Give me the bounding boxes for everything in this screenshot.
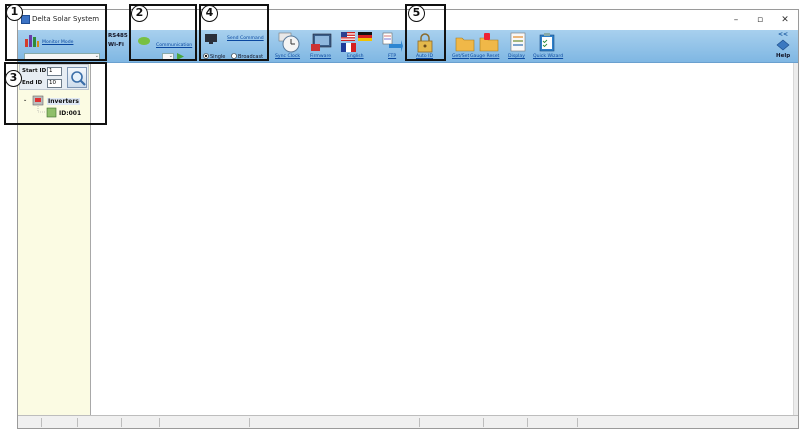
flags-icon <box>341 32 372 52</box>
status-cell <box>122 418 160 427</box>
callout-badge-2: 2 <box>131 5 148 22</box>
interface-group: RS485 Wi-Fi <box>104 30 130 63</box>
status-cell <box>160 418 250 427</box>
display-button[interactable]: Display <box>506 30 530 63</box>
clipboard-icon <box>539 33 555 52</box>
interface-wifi[interactable]: Wi-Fi <box>108 42 124 48</box>
ftp-link[interactable]: FTP <box>388 54 396 59</box>
close-button[interactable]: ✕ <box>775 13 795 27</box>
interface-rs485[interactable]: RS485 <box>108 33 128 39</box>
callout-badge-4: 4 <box>201 5 218 22</box>
clock-icon <box>278 32 300 53</box>
sync-clock-button[interactable]: Sync Clock <box>272 30 306 63</box>
help-label: Help <box>776 53 791 59</box>
callout-badge-1: 1 <box>6 4 23 21</box>
language-button[interactable]: English <box>337 30 377 63</box>
content-area <box>92 63 798 415</box>
ftp-icon <box>382 32 403 52</box>
status-cell <box>250 418 420 427</box>
status-cell <box>42 418 78 427</box>
quick-wizard-link[interactable]: Quick Wizard <box>533 54 563 59</box>
status-cell <box>528 418 578 427</box>
firmware-icon <box>311 33 332 51</box>
status-cell <box>78 418 122 427</box>
callout-badge-5: 5 <box>408 5 425 22</box>
get-set-group: Get/Set Gauge Reset <box>452 30 504 63</box>
folders-icon <box>455 33 499 52</box>
sync-clock-link[interactable]: Sync Clock <box>275 54 300 59</box>
help-button[interactable]: Help <box>770 30 796 63</box>
display-icon <box>510 32 526 52</box>
language-link[interactable]: English <box>347 54 364 59</box>
get-set-link[interactable]: Get/Set <box>452 54 469 59</box>
quick-wizard-button[interactable]: Quick Wizard <box>530 30 566 63</box>
gauge-reset-link[interactable]: Gauge Reset <box>470 54 499 59</box>
firmware-button[interactable]: Firmware <box>307 30 337 63</box>
restore-button[interactable]: ▫ <box>750 13 770 27</box>
main-window: Delta Solar System – ▫ ✕ Monitor Mode ⌄ … <box>17 9 799 429</box>
status-cell <box>18 418 42 427</box>
status-cell <box>484 418 528 427</box>
callout-badge-3: 3 <box>5 70 22 87</box>
help-icon <box>776 39 790 51</box>
minimize-button[interactable]: – <box>726 13 746 27</box>
firmware-link[interactable]: Firmware <box>310 54 331 59</box>
status-cell <box>420 418 484 427</box>
ftp-button[interactable]: FTP <box>378 30 404 63</box>
vertical-scrollbar[interactable] <box>793 63 798 415</box>
display-link[interactable]: Display <box>508 54 525 59</box>
status-bar <box>18 415 798 428</box>
